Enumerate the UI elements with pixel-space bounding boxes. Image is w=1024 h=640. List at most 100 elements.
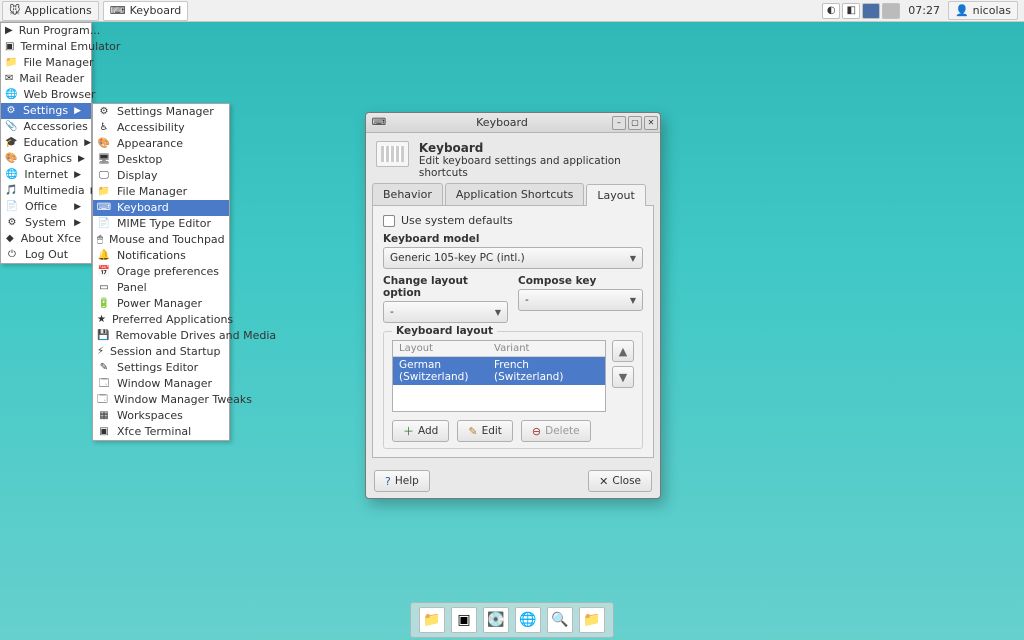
applications-label: Applications (24, 4, 91, 17)
add-button[interactable]: ＋Add (392, 420, 449, 442)
menu-item[interactable]: 🎨Graphics▶ (1, 151, 91, 167)
menu-item[interactable]: ✎Settings Editor (93, 360, 229, 376)
menu-item-label: Window Manager Tweaks (114, 392, 252, 408)
menu-item-label: Panel (117, 280, 147, 296)
pencil-icon: ✎ (468, 425, 477, 438)
menu-item[interactable]: 🖵Display (93, 168, 229, 184)
menu-item[interactable]: 📎Accessories▶ (1, 119, 91, 135)
menu-item[interactable]: ▣Terminal Emulator (1, 39, 91, 55)
menu-item[interactable]: 📄Office▶ (1, 199, 91, 215)
menu-item-icon: 📄 (97, 217, 111, 231)
menu-item[interactable]: 🖥Desktop (93, 152, 229, 168)
menu-item[interactable]: ⌨Keyboard (93, 200, 229, 216)
menu-item[interactable]: ⚙System▶ (1, 215, 91, 231)
minimize-button[interactable]: – (612, 116, 626, 130)
tray-indicator-2[interactable]: ◧ (842, 3, 860, 19)
workspace-indicator-2[interactable] (882, 3, 900, 19)
dock-item[interactable]: 💽 (483, 607, 509, 633)
dock-item[interactable]: 📁 (579, 607, 605, 633)
workspace-indicator-active[interactable] (862, 3, 880, 19)
menu-item[interactable]: 🔋Power Manager (93, 296, 229, 312)
close-window-button[interactable]: ✕ (644, 116, 658, 130)
edit-button[interactable]: ✎ Edit (457, 420, 513, 442)
dock-item[interactable]: 📁 (419, 607, 445, 633)
dock-item[interactable]: ▣ (451, 607, 477, 633)
menu-item[interactable]: 🌐Web Browser (1, 87, 91, 103)
menu-item[interactable]: ▦Workspaces (93, 408, 229, 424)
help-button[interactable]: ?Help (374, 470, 430, 492)
tray-indicator-1[interactable]: ◐ (822, 3, 840, 19)
menu-item[interactable]: 🎨Appearance (93, 136, 229, 152)
change-layout-select[interactable]: - ▼ (383, 301, 508, 323)
menu-item-label: Desktop (117, 152, 162, 168)
menu-item-icon: ⌨ (97, 201, 111, 215)
menu-item-icon: 🖵 (97, 169, 111, 183)
chevron-right-icon: ▶ (74, 103, 81, 119)
col-layout: Layout (393, 341, 488, 356)
dock-item[interactable]: 🔍 (547, 607, 573, 633)
menu-item-label: Mail Reader (19, 71, 84, 87)
delete-button[interactable]: ⊖Delete (521, 420, 591, 442)
menu-item[interactable]: ⏻Log Out (1, 247, 91, 263)
user-menu-button[interactable]: 👤 nicolas (948, 1, 1018, 20)
move-up-button[interactable]: ▲ (612, 340, 634, 362)
applications-menu: ▶Run Program...▣Terminal Emulator📁File M… (0, 22, 92, 264)
menu-item-label: Settings (23, 103, 68, 119)
user-label: nicolas (973, 4, 1011, 17)
menu-item[interactable]: ♿Accessibility (93, 120, 229, 136)
menu-item-label: Run Program... (19, 23, 101, 39)
move-down-button[interactable]: ▼ (612, 366, 634, 388)
menu-item[interactable]: ▶Run Program... (1, 23, 91, 39)
menu-item-icon: ▣ (97, 425, 111, 439)
tab-behavior[interactable]: Behavior (372, 183, 443, 205)
menu-item[interactable]: ◆About Xfce (1, 231, 91, 247)
clock[interactable]: 07:27 (902, 4, 946, 17)
menu-item[interactable]: 🔔Notifications (93, 248, 229, 264)
titlebar[interactable]: ⌨ Keyboard – ▢ ✕ (366, 113, 660, 133)
menu-item[interactable]: ★Preferred Applications (93, 312, 229, 328)
menu-item-icon: ♿ (97, 121, 111, 135)
menu-item[interactable]: 🌐Internet▶ (1, 167, 91, 183)
menu-item[interactable]: ▭Panel (93, 280, 229, 296)
table-row[interactable]: German (Switzerland) French (Switzerland… (393, 357, 605, 385)
menu-item[interactable]: ✉Mail Reader (1, 71, 91, 87)
keyboard-model-select[interactable]: Generic 105-key PC (intl.) ▼ (383, 247, 643, 269)
delete-label: Delete (545, 425, 580, 437)
menu-item[interactable]: 🎵Multimedia▶ (1, 183, 91, 199)
menu-item-icon: 📁 (5, 56, 17, 70)
maximize-button[interactable]: ▢ (628, 116, 642, 130)
add-label: Add (418, 425, 438, 437)
menu-item-label: Preferred Applications (112, 312, 233, 328)
keyboard-model-label: Keyboard model (383, 233, 643, 245)
tab-layout[interactable]: Layout (586, 184, 645, 206)
menu-item[interactable]: 🗔Window Manager Tweaks (93, 392, 229, 408)
menu-item[interactable]: 🗔Window Manager (93, 376, 229, 392)
menu-item-label: Power Manager (117, 296, 202, 312)
compose-key-select[interactable]: - ▼ (518, 289, 643, 311)
edit-label: Edit (482, 425, 502, 437)
tab-app-shortcuts[interactable]: Application Shortcuts (445, 183, 585, 205)
menu-item[interactable]: 📄MIME Type Editor (93, 216, 229, 232)
menu-item[interactable]: 📁File Manager (93, 184, 229, 200)
use-system-defaults-checkbox[interactable]: Use system defaults (383, 214, 643, 227)
menu-item-icon: ⚙ (5, 216, 19, 230)
menu-item[interactable]: ▣Xfce Terminal (93, 424, 229, 440)
menu-item[interactable]: ⚙Settings▶ (1, 103, 91, 119)
taskbar-item-keyboard[interactable]: ⌨ Keyboard (103, 1, 189, 21)
menu-item[interactable]: 📁File Manager (1, 55, 91, 71)
menu-item[interactable]: 📅Orage preferences (93, 264, 229, 280)
menu-item[interactable]: 🖱Mouse and Touchpad (93, 232, 229, 248)
dock-item[interactable]: 🌐 (515, 607, 541, 633)
menu-item-label: Settings Manager (117, 104, 214, 120)
menu-item-icon: ▦ (97, 409, 111, 423)
xfce-logo-icon: 🐭 (9, 4, 20, 17)
menu-item[interactable]: ⚙Settings Manager (93, 104, 229, 120)
menu-item[interactable]: 💾Removable Drives and Media (93, 328, 229, 344)
close-button[interactable]: ✕Close (588, 470, 652, 492)
applications-menu-button[interactable]: 🐭 Applications (2, 1, 99, 21)
menu-item[interactable]: ⚡Session and Startup (93, 344, 229, 360)
menu-item[interactable]: 🎓Education▶ (1, 135, 91, 151)
chevron-right-icon: ▶ (74, 167, 81, 183)
layout-table[interactable]: Layout Variant German (Switzerland) Fren… (392, 340, 606, 412)
chevron-right-icon: ▶ (78, 151, 85, 167)
